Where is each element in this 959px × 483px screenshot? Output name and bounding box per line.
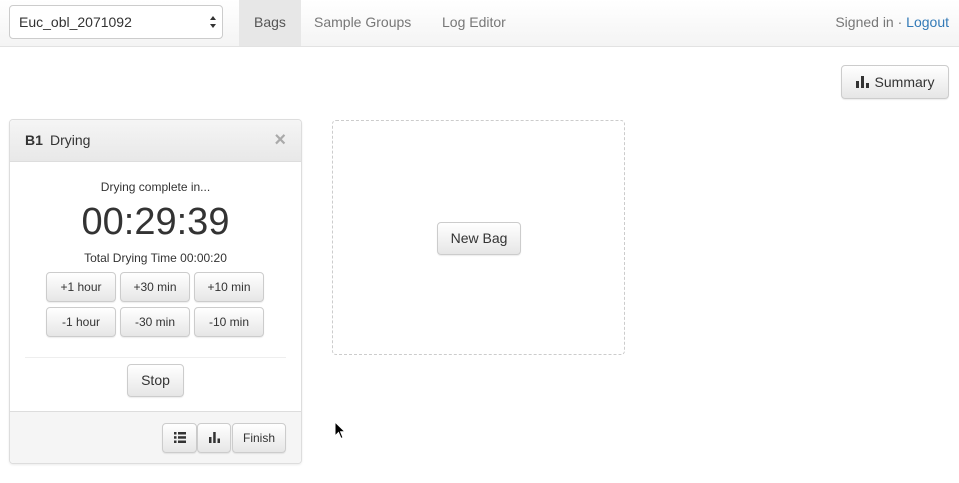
add-30-min-button[interactable]: +30 min [120,272,190,302]
add-10-min-button[interactable]: +10 min [194,272,264,302]
chart-view-button[interactable] [197,423,231,453]
bar-chart-icon [855,76,869,88]
total-drying-time: Total Drying Time 00:00:20 [84,251,227,265]
tab-log-editor-label: Log Editor [442,14,506,30]
project-select[interactable]: Euc_obl_2071092 [9,5,223,39]
countdown-caption: Drying complete in... [100,180,211,194]
close-icon[interactable]: × [274,130,286,150]
project-select-value: Euc_obl_2071092 [19,14,132,30]
panel-divider [25,357,286,358]
bar-chart-icon [208,432,220,443]
bag-status: Drying [50,132,91,148]
summary-button[interactable]: Summary [841,65,949,99]
new-bag-placeholder: New Bag [332,120,625,355]
tab-bags[interactable]: Bags [239,0,301,46]
bag-panel: B1 Drying × Drying complete in... 00:29:… [9,119,302,464]
stop-button[interactable]: Stop [127,364,184,397]
subtract-10-min-button[interactable]: -10 min [194,307,264,337]
add-1-hour-button[interactable]: +1 hour [46,272,116,302]
signed-in-text: Signed in · [835,14,907,30]
list-view-button[interactable] [162,423,197,453]
subtract-1-hour-button[interactable]: -1 hour [46,307,116,337]
tab-bags-label: Bags [254,14,286,30]
user-status: Signed in · Logout [835,0,949,44]
logout-link[interactable]: Logout [906,14,949,30]
tab-log-editor[interactable]: Log Editor [427,0,521,46]
new-bag-button[interactable]: New Bag [437,222,521,255]
list-icon [173,432,186,443]
bag-panel-heading: B1 Drying × [10,120,301,162]
top-navbar: Euc_obl_2071092 Bags Sample Groups Log E… [0,0,959,47]
mouse-cursor-icon [334,421,346,440]
select-arrows-icon [210,16,216,28]
tab-sample-groups[interactable]: Sample Groups [299,0,426,46]
bag-panel-footer: Finish [10,411,301,463]
subtract-30-min-button[interactable]: -30 min [120,307,190,337]
summary-label: Summary [874,74,935,90]
finish-button[interactable]: Finish [232,423,286,453]
tab-sample-groups-label: Sample Groups [314,14,412,30]
countdown-timer: 00:29:39 [81,201,230,243]
bag-id: B1 [25,132,43,148]
